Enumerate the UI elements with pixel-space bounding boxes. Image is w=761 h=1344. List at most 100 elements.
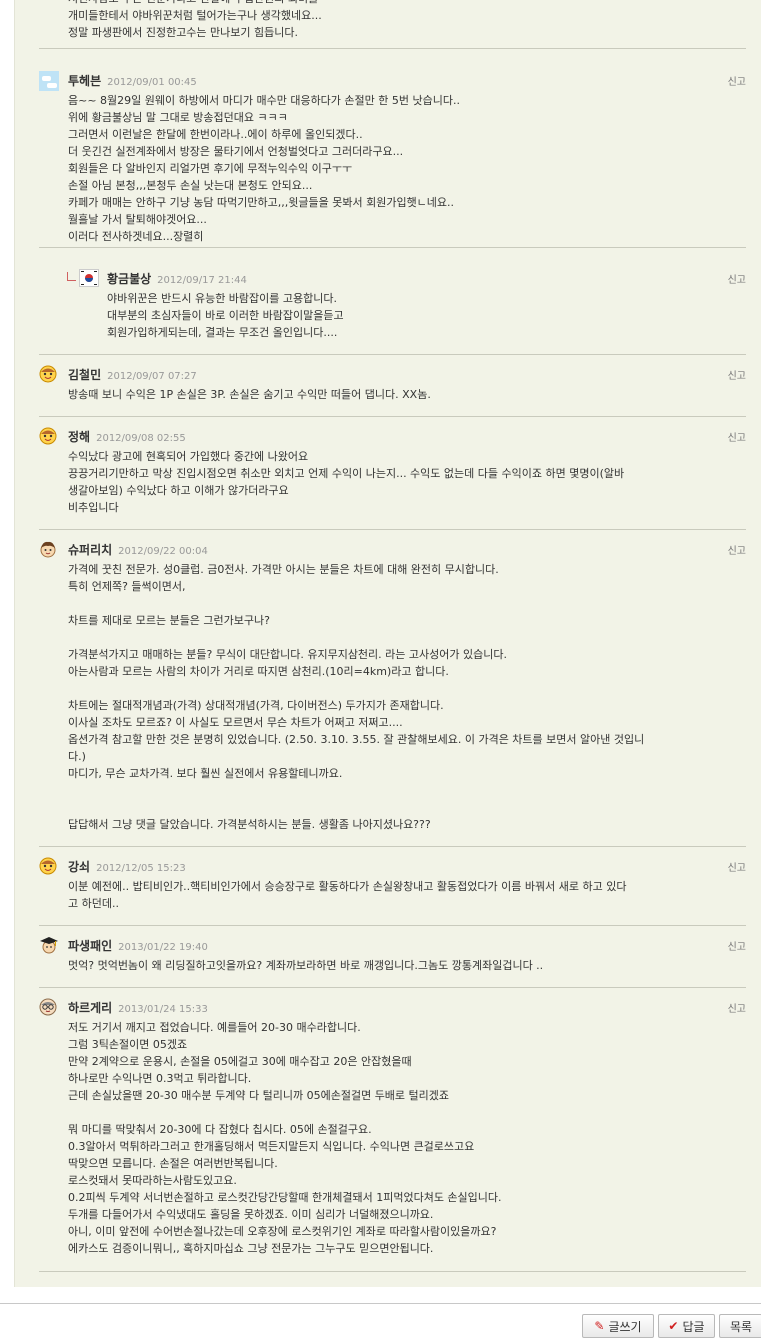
report-link[interactable]: 신고	[728, 542, 746, 557]
smiley-avatar-icon	[39, 857, 57, 875]
comment-body: 이분 예전에.. 밥티비인가..핵티비인가에서 승승장구로 활동하다가 손실왕창…	[68, 878, 746, 912]
comment-line: 아는사람과 모르는 사람의 차이가 거리로 따지면 삼천리.(10리=4km)라…	[68, 665, 449, 678]
comment: 강쇠 2012/12/05 15:23 신고이분 예전에.. 밥티비인가..핵티비인…	[39, 846, 746, 926]
comment-line: 대부분의 초심자들이 바로 이러한 바람잡이말을듣고	[107, 309, 344, 322]
report-link[interactable]: 신고	[728, 429, 746, 444]
comment-line	[68, 1104, 746, 1121]
comment: 파생패인 2013/01/22 19:40 신고멋억? 멋억번놈이 왜 리딩질하고잇…	[39, 925, 746, 988]
comment-line: 개미들한테서 야바위꾼처럼 털어가는구나 생각했네요...	[68, 9, 322, 22]
report-link[interactable]: 신고	[728, 73, 746, 88]
reply-arrow-icon	[67, 272, 76, 281]
author-nickname[interactable]: 정해	[68, 430, 90, 444]
comment-line: 고 하던데..	[68, 897, 119, 910]
comment-date: 2012/09/08 02:55	[96, 433, 186, 444]
comment-section-background: 저런사람도 무슨 전문가라고 한달에 수십만원의 회비를개미들한테서 야바위꾼처…	[14, 0, 761, 1287]
comment-line: 다.)	[68, 750, 86, 763]
comment-body: 저런사람도 무슨 전문가라고 한달에 수십만원의 회비를개미들한테서 야바위꾼처…	[68, 0, 746, 41]
comment-line: 가격에 꿋친 전문가. 성0클럽. 금0전사. 가격만 아시는 분들은 차트에 …	[68, 563, 499, 576]
comment-line: 끙끙거리기만하고 막상 진입시점오면 취소만 외치고 언제 수익이 나는지...…	[68, 467, 625, 480]
comment-line: 그럼 3틱손절이면 05겠죠	[68, 1038, 188, 1051]
write-button[interactable]: ✎ 글쓰기	[582, 1314, 654, 1338]
comment-header: 김철민 2012/09/07 07:27	[68, 366, 197, 382]
smiley-avatar-icon	[39, 427, 57, 445]
comment-header: 강쇠 2012/12/05 15:23	[68, 858, 186, 874]
comment-line: 수익났다 광고에 현혹되어 가입했다 중간에 나왔어요	[68, 450, 309, 463]
comment-line: 이사실 조차도 모르죠? 이 사실도 모르면서 무슨 차트가 어쩌고 저쩌고..…	[68, 716, 403, 729]
comment: 정해 2012/09/08 02:55 신고수익났다 광고에 현혹되어 가입했다 중…	[39, 416, 746, 530]
comment-line: 생갈아보임) 수익났다 하고 이해가 않가더라구요	[68, 484, 289, 497]
comment-line: 저도 거기서 깨지고 접었습니다. 예를들어 20-30 매수라합니다.	[68, 1021, 361, 1034]
comment-date: 2012/09/07 07:27	[107, 371, 197, 382]
comment-line	[68, 799, 746, 816]
comment-body: 음~~ 8월29일 원웨이 하방에서 마디가 매수만 대응하다가 손절만 한 5…	[68, 92, 746, 245]
comment-line: 이분 예전에.. 밥티비인가..핵티비인가에서 승승장구로 활동하다가 손실왕창…	[68, 880, 627, 893]
comment-line: 하나로만 수익나면 0.3먹고 튀라합니다.	[68, 1072, 252, 1085]
comment-line: 정말 파생판에서 진정한고수는 만나보기 힘듭니다.	[68, 26, 299, 39]
author-nickname[interactable]: 하르게리	[68, 1001, 112, 1015]
report-link[interactable]: 신고	[728, 367, 746, 382]
write-button-label: 글쓰기	[608, 1319, 642, 1334]
comment-line: 차트를 제대로 모르는 분들은 그런가보구나?	[68, 614, 270, 627]
report-link[interactable]: 신고	[728, 271, 746, 286]
comment-line: 저런사람도 무슨 전문가라고 한달에 수십만원의 회비를	[68, 0, 746, 7]
reply-comment: 황금불상 2012/09/17 21:44 신고야바위꾼은 반드시 유능한 바람잡이…	[39, 247, 746, 355]
comment-line: 가격분석가지고 매매하는 분들? 무식이 대단합니다. 유지무지삼천리. 라는 …	[68, 648, 507, 661]
check-icon: ✔	[668, 1319, 679, 1333]
comment-line: 그러면서 이런날은 한달에 한번이라나..에이 하루에 올인되겠다..	[68, 128, 363, 141]
comment-line: 위에 황금불상님 말 그대로 방송접던대요 ㅋㅋㅋ	[68, 111, 288, 124]
author-nickname[interactable]: 황금불상	[107, 272, 151, 286]
pencil-icon: ✎	[594, 1319, 605, 1333]
comment-line: 옵션가격 참고할 만한 것은 분명히 있었습니다. (2.50. 3.10. 3…	[68, 733, 645, 746]
comment-header: 파생패인 2013/01/22 19:40	[68, 937, 208, 953]
comment-line: 만약 2계약으로 운용시, 손절을 05에걸고 30에 매수잡고 20은 안잡혔…	[68, 1055, 412, 1068]
author-nickname[interactable]: 강쇠	[68, 860, 90, 874]
comment-date: 2012/09/22 00:04	[118, 546, 208, 557]
comment-line: 마디가, 무슨 교차가격. 보다 훨씬 실전에서 유용할테니까요.	[68, 767, 343, 780]
divider	[0, 1303, 761, 1304]
comment-line	[68, 782, 746, 799]
author-nickname[interactable]: 김철민	[68, 368, 101, 382]
comment-body: 저도 거기서 깨지고 접었습니다. 예를들어 20-30 매수라합니다. 그럼 3…	[68, 1019, 746, 1257]
comment-line: 0.2피씩 두계약 서너번손절하고 로스컷간당간당할때 한개체결돼서 1피먹었다…	[68, 1191, 502, 1204]
report-link[interactable]: 신고	[728, 859, 746, 874]
author-nickname[interactable]: 파생패인	[68, 939, 112, 953]
comment-line: 에카스도 검증이니뭐니,, 혹하지마십쇼 그냥 전문가는 그누구도 믿으면안됩니…	[68, 1242, 434, 1255]
comment-body: 수익났다 광고에 현혹되어 가입했다 중간에 나왔어요끙끙거리기만하고 막상 진…	[68, 448, 746, 516]
comment-line: 방송때 보니 수익은 1P 손실은 3P. 손실은 숨기고 수익만 떠들어 댑니…	[68, 388, 431, 401]
comment-header: 황금불상 2012/09/17 21:44	[107, 270, 247, 286]
comment-line: 아니, 이미 앞전에 수어번손절나갔는데 오후장에 로스컷위기인 계좌로 따라할…	[68, 1225, 497, 1238]
graduate-avatar-icon	[39, 936, 58, 954]
comment: 슈퍼리치 2012/09/22 00:04 신고가격에 꿋친 전문가. 성0클럽. …	[39, 529, 746, 847]
comment: 저런사람도 무슨 전문가라고 한달에 수십만원의 회비를개미들한테서 야바위꾼처…	[39, 0, 746, 49]
author-nickname[interactable]: 슈퍼리치	[68, 543, 112, 557]
comment-body: 가격에 꿋친 전문가. 성0클럽. 금0전사. 가격만 아시는 분들은 차트에 …	[68, 561, 746, 833]
comment-header: 투헤븐 2012/09/01 00:45	[68, 72, 197, 88]
comment-header: 하르게리 2013/01/24 15:33	[68, 999, 208, 1015]
comment-line: 더 웃긴건 실전계좌에서 방장은 물타기에서 언청벌엇다고 그러더라구요...	[68, 145, 404, 158]
reply-button-label: 답글	[682, 1319, 705, 1334]
comment-line: 비추입니다	[68, 501, 119, 514]
comment-line: 야바위꾼은 반드시 유능한 바람잡이를 고용합니다.	[107, 292, 338, 305]
comment-line: 회원가입하게되는데, 결과는 무조건 올인입니다....	[107, 326, 338, 339]
comment-line: 두개를 다들어가서 수익냈대도 홀딩을 못하겠죠. 이미 심리가 너덜해졌으니까…	[68, 1208, 434, 1221]
reply-button[interactable]: ✔ 답글	[658, 1314, 715, 1338]
comment-line: 멋억? 멋억번놈이 왜 리딩질하고잇을까요? 계좌까보라하면 바로 깨갱입니다.…	[68, 959, 544, 972]
report-link[interactable]: 신고	[728, 938, 746, 953]
report-link[interactable]: 신고	[728, 1000, 746, 1015]
comment-line: 0.3알아서 먹튀하라그러고 한개홀딩해서 먹든지말든지 식입니다. 수익나면 …	[68, 1140, 475, 1153]
boy-avatar-icon	[39, 540, 57, 558]
comment: 김철민 2012/09/07 07:27 신고방송때 보니 수익은 1P 손실은 3…	[39, 354, 746, 417]
author-nickname[interactable]: 투헤븐	[68, 74, 101, 88]
comment-line: 월흘날 가서 탈퇴해야겟어요...	[68, 213, 207, 226]
comment-line: 회원들은 다 알바인지 리얼가면 후기에 무적누익수익 이구ㅜㅜ	[68, 162, 353, 175]
list-button[interactable]: 목록	[719, 1314, 761, 1338]
comment-line: 답답해서 그냥 댓글 달았습니다. 가격분석하시는 분들. 생활좀 나아지셨나요…	[68, 818, 431, 831]
comment-line: 차트에는 절대적개념과(가격) 상대적개념(가격, 다이버전스) 두가지가 존재…	[68, 699, 444, 712]
sky-avatar-icon	[39, 71, 59, 91]
comment-line: 이러다 전사하겟네요...장렬히	[68, 230, 204, 243]
comment-date: 2013/01/22 19:40	[118, 942, 208, 953]
comment-line: 근데 손실났을땐 20-30 매수분 두계약 다 털리니까 05에손절걸면 두배…	[68, 1089, 450, 1102]
comment-body: 멋억? 멋억번놈이 왜 리딩질하고잇을까요? 계좌까보라하면 바로 깨갱입니다.…	[68, 957, 746, 974]
comment-line	[68, 595, 746, 612]
comment-date: 2012/09/01 00:45	[107, 77, 197, 88]
